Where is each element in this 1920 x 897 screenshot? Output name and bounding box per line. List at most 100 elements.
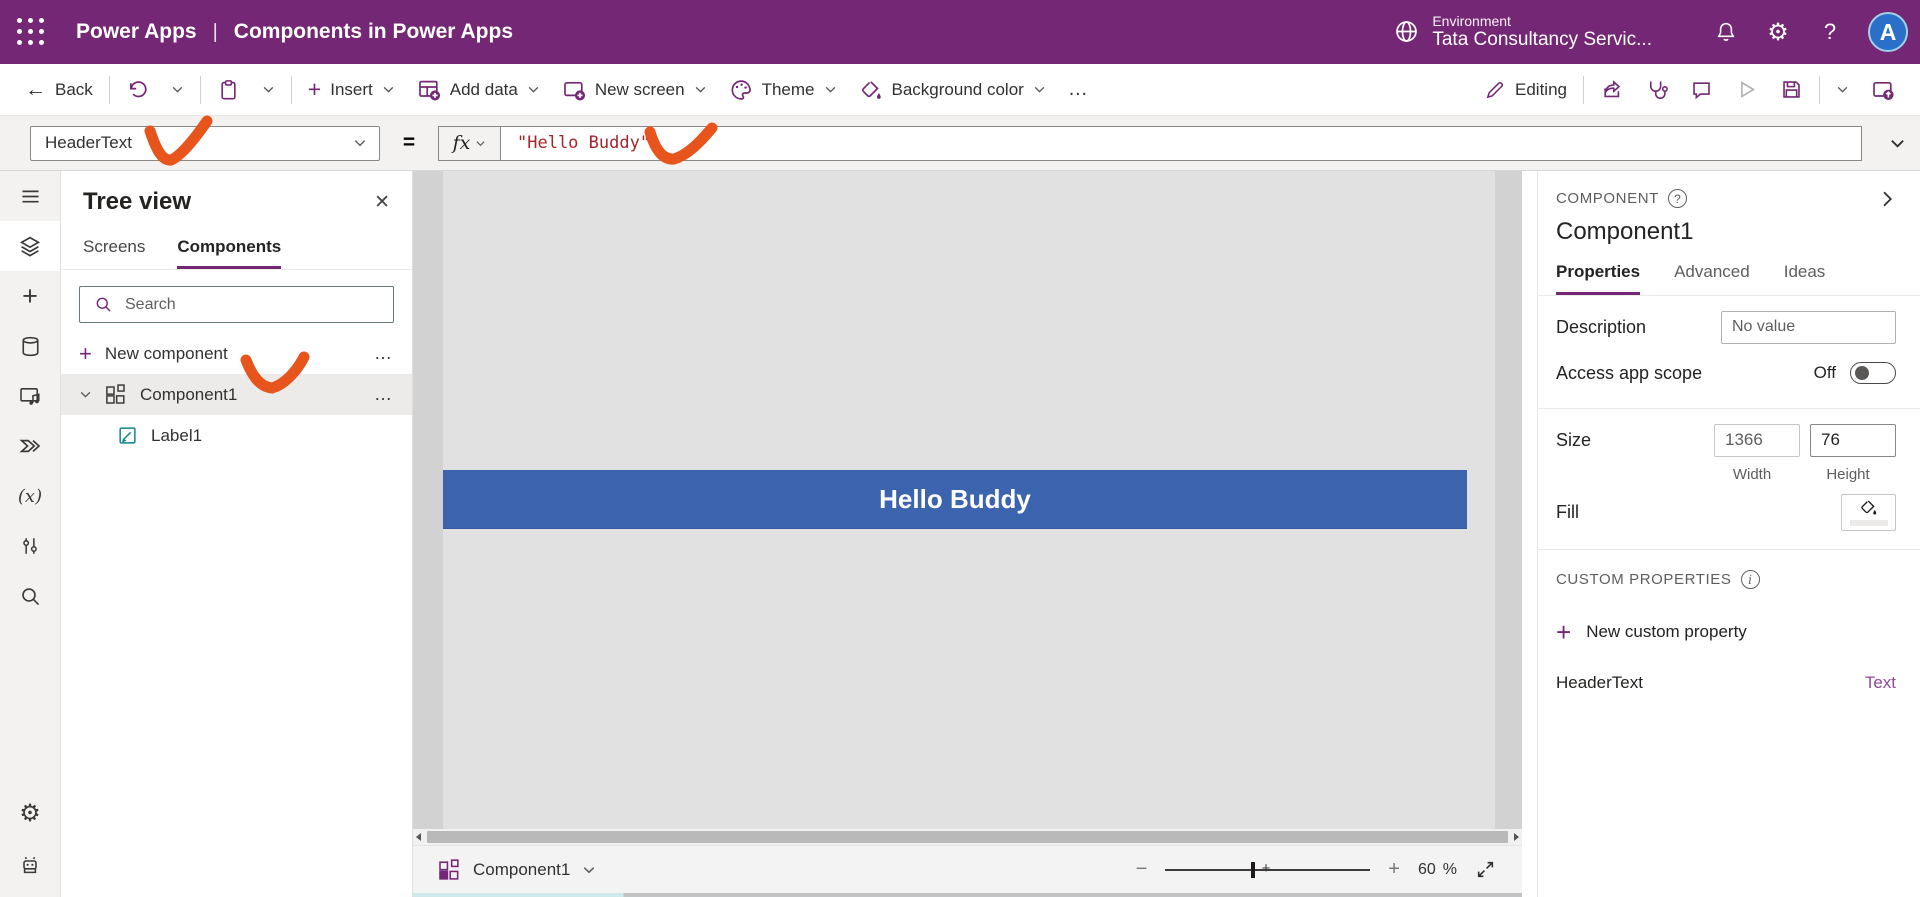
insert-button[interactable]: + Insert [297,70,406,110]
paint-bucket-icon [1859,498,1878,517]
canvas-bottom-bar: Component1 − + + 60 % [413,845,1522,893]
zoom-slider-handle[interactable] [1251,861,1255,878]
environment-picker[interactable]: Environment Tata Consultancy Servic... [1393,13,1652,52]
row-overflow-button[interactable]: … [374,384,394,405]
add-data-icon [417,78,441,102]
editing-mode-button[interactable]: Editing [1473,70,1578,110]
tree-view-layers-icon [18,234,42,258]
tree-search-box[interactable] [79,286,394,323]
rail-power-automate-button[interactable] [0,421,60,471]
chevron-down-icon [171,83,184,96]
width-input[interactable] [1714,423,1800,457]
component-header-control[interactable]: Hello Buddy [443,470,1467,529]
tree-item-label: Component1 [140,384,238,404]
back-button[interactable]: ← Back [14,70,104,110]
commandbar-overflow-button[interactable]: … [1057,70,1101,110]
design-canvas[interactable]: Hello Buddy [413,171,1522,829]
size-label: Size [1556,429,1592,450]
custom-property-type-link[interactable]: Text [1865,673,1896,693]
tab-properties[interactable]: Properties [1556,262,1641,295]
plus-icon: + [1556,617,1572,647]
row-overflow-button[interactable]: … [374,343,394,364]
new-screen-button[interactable]: New screen [551,70,718,110]
rail-advanced-tools-button[interactable] [0,521,60,571]
share-button[interactable] [1589,70,1634,110]
rail-settings-button[interactable]: ⚙ [0,789,60,839]
zoom-in-button[interactable]: + [1388,858,1400,881]
gear-icon: ⚙ [1767,18,1789,46]
tab-ideas[interactable]: Ideas [1784,262,1826,295]
publish-button[interactable] [1860,70,1906,110]
undo-button[interactable] [115,70,160,110]
tree-item-component1[interactable]: Component1 … [61,374,412,415]
scrollbar-thumb[interactable] [427,831,1508,843]
paste-dropdown[interactable] [251,70,286,110]
new-component-button[interactable]: + New component … [61,333,412,374]
preview-button[interactable] [1724,70,1769,110]
collapse-panel-icon[interactable] [1878,190,1896,208]
chevron-down-icon [582,863,596,877]
gear-icon: ⚙ [19,800,41,827]
rail-media-button[interactable] [0,371,60,421]
tab-advanced[interactable]: Advanced [1674,262,1750,295]
help-circle-icon[interactable]: ? [1667,189,1687,208]
canvas-component-selector[interactable]: Component1 [437,858,596,882]
waffle-menu-icon[interactable] [0,0,62,64]
search-input[interactable] [125,295,393,314]
save-dropdown[interactable] [1825,70,1860,110]
theme-button[interactable]: Theme [718,70,848,110]
rail-data-button[interactable] [0,321,60,371]
robot-icon [18,852,42,876]
fill-color-button[interactable] [1841,493,1896,531]
canvas-horizontal-scrollbar[interactable] [413,829,1522,845]
help-button[interactable]: ? [1804,0,1856,64]
notifications-button[interactable] [1700,0,1752,64]
play-icon [1735,78,1758,101]
flow-icon [18,434,42,458]
access-app-scope-toggle[interactable] [1850,362,1896,384]
comments-button[interactable] [1679,70,1724,110]
rail-variables-button[interactable]: (x) [0,471,60,521]
scroll-left-arrow[interactable] [413,833,425,841]
info-circle-icon[interactable]: i [1740,570,1760,589]
zoom-out-button[interactable]: − [1136,858,1148,881]
undo-dropdown[interactable] [160,70,195,110]
tab-components[interactable]: Components [177,237,282,269]
fullscreen-icon[interactable] [1475,859,1496,880]
height-input[interactable] [1810,423,1896,457]
clipboard-icon [217,78,240,101]
formula-bar-expand-button[interactable] [1874,135,1920,152]
zoom-slider[interactable]: + [1165,860,1371,879]
tree-item-label1[interactable]: Label1 [61,415,412,456]
rail-virtual-agent-button[interactable] [0,839,60,889]
avatar[interactable]: A [1868,12,1908,52]
right-panel-gutter [1522,171,1537,897]
rail-insert-button[interactable]: + [0,271,60,321]
close-icon[interactable]: ✕ [374,191,390,214]
background-color-button[interactable]: Background color [848,70,1057,110]
properties-panel: COMPONENT ? Component1 Properties Advanc… [1537,171,1920,897]
description-input[interactable] [1721,310,1896,344]
formula-input[interactable]: "Hello Buddy" [501,127,1861,160]
add-data-button[interactable]: Add data [406,70,551,110]
rail-search-button[interactable] [0,571,60,621]
rail-tree-view-button[interactable] [0,221,60,271]
scroll-right-arrow[interactable] [1510,833,1522,841]
chevron-down-icon[interactable] [79,388,92,401]
custom-property-row[interactable]: HeaderText Text [1556,673,1896,693]
chevron-down-icon [262,83,275,96]
settings-button[interactable]: ⚙ [1752,0,1804,64]
app-checker-button[interactable] [1634,70,1679,110]
new-custom-property-button[interactable]: + New custom property [1556,619,1896,645]
fx-selector[interactable]: fx [439,126,501,160]
chevron-down-icon [824,83,837,96]
property-selector[interactable]: HeaderText [30,125,380,161]
rail-menu-button[interactable] [0,171,60,221]
property-selector-value: HeaderText [45,133,132,152]
app-title: Components in Power Apps [233,20,514,43]
paste-button[interactable] [206,70,251,110]
environment-label: Environment [1432,12,1511,29]
tab-screens[interactable]: Screens [83,237,145,269]
brand-title: Power Apps [76,20,197,43]
save-button[interactable] [1769,70,1814,110]
